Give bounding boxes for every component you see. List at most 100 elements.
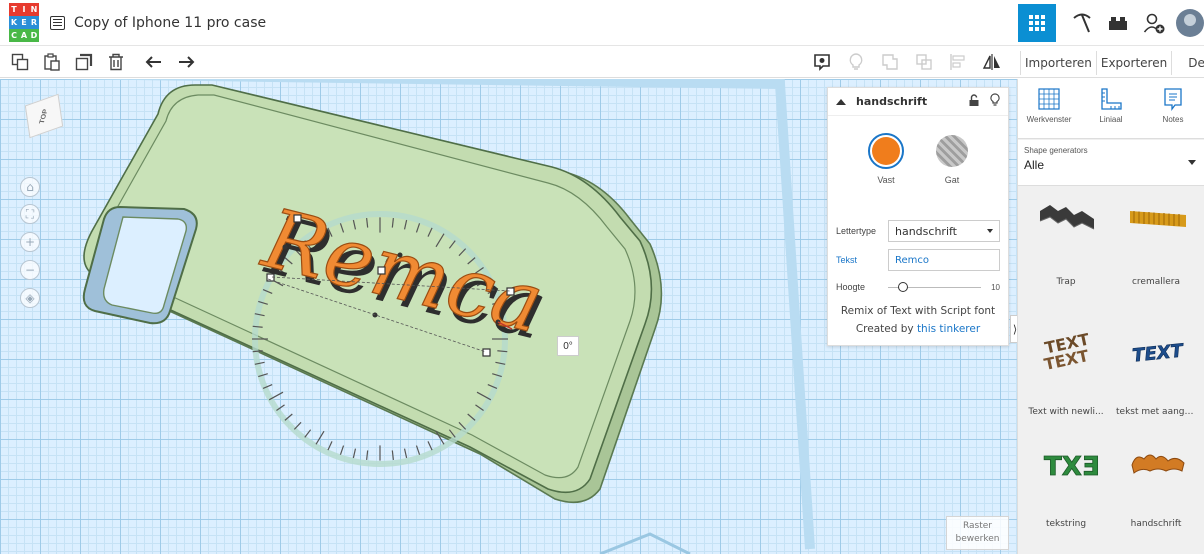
- redo-icon[interactable]: [172, 48, 200, 76]
- shape-label: cremallera: [1131, 277, 1181, 287]
- workplane-tool[interactable]: Werkvenster: [1019, 87, 1079, 124]
- export-button[interactable]: Exporteren: [1095, 51, 1171, 75]
- height-slider[interactable]: [888, 281, 982, 292]
- rotation-tick: [403, 448, 408, 459]
- right-panel: Werkvenster Liniaal Notes Shape generato…: [1017, 79, 1204, 554]
- workplane-icon: [1038, 88, 1060, 110]
- text-blue-shape-icon: TEXT: [1131, 340, 1186, 367]
- shape-inspector: handschrift Vast Gat Lettertype handschr…: [827, 87, 1009, 346]
- logo-letter: D: [29, 29, 39, 42]
- shape-label: Trap: [1056, 277, 1076, 287]
- font-dropdown[interactable]: handschrift: [888, 220, 1000, 242]
- stairs-shape-icon: [1039, 205, 1095, 230]
- grid-view-icon[interactable]: [1018, 4, 1056, 42]
- edit-grid-label-1: Raster: [962, 521, 993, 531]
- rotation-tick: [427, 441, 433, 451]
- rotation-angle-label[interactable]: 0°: [557, 336, 579, 356]
- perspective-icon[interactable]: ◈: [20, 288, 40, 308]
- remix-line: Remix of Text with Script font: [840, 305, 996, 317]
- text-newline-shape-icon: TEXTTEXT: [1042, 330, 1091, 373]
- logo-letter: K: [9, 16, 19, 29]
- notes-icon: [1164, 88, 1182, 111]
- rotation-tick: [339, 445, 345, 455]
- rotation-tick: [304, 429, 312, 438]
- collapse-caret-icon[interactable]: [836, 98, 846, 105]
- shape-tile-trap[interactable]: Trap: [1026, 189, 1106, 309]
- text-label: Tekst: [836, 255, 858, 265]
- tinkerer-link[interactable]: this tinkerer: [917, 323, 980, 335]
- duplicate-icon[interactable]: [70, 48, 98, 76]
- fit-view-icon[interactable]: ⛶: [20, 204, 40, 224]
- handwriting-shape-icon: [1131, 454, 1185, 474]
- height-label: Hoogte: [836, 282, 866, 292]
- home-view-icon[interactable]: ⌂: [20, 177, 40, 197]
- paste-icon[interactable]: [38, 48, 66, 76]
- hole-swatch[interactable]: [936, 135, 968, 167]
- view-cube[interactable]: TOP: [24, 93, 66, 139]
- notes-tool-label: Notes: [1162, 115, 1184, 124]
- group-icon[interactable]: [876, 48, 904, 76]
- ungroup-icon[interactable]: [910, 48, 938, 76]
- logo-letter: N: [29, 3, 39, 16]
- light-bulb-icon[interactable]: [842, 48, 870, 76]
- shape-label: Text with newli...: [1028, 407, 1104, 417]
- shape-tile-cremallera[interactable]: cremallera: [1116, 189, 1196, 309]
- ruler-tool[interactable]: Liniaal: [1081, 87, 1141, 124]
- logo-letter: A: [19, 29, 29, 42]
- delete-icon[interactable]: [102, 48, 130, 76]
- share-button[interactable]: Delen: [1171, 51, 1204, 75]
- workplane-tool-label: Werkvenster: [1026, 115, 1072, 124]
- rotation-tick: [293, 421, 302, 430]
- solid-color-swatch[interactable]: [868, 133, 904, 169]
- shape-tile-text-newline[interactable]: TEXT TEXT Text with newli...: [1026, 319, 1106, 439]
- rotation-tick: [366, 450, 369, 460]
- rack-shape-icon: [1130, 211, 1186, 227]
- shape-generators-value: Alle: [1024, 158, 1045, 172]
- rotation-tick: [391, 450, 394, 460]
- height-slider-handle[interactable]: [898, 281, 908, 292]
- add-user-icon[interactable]: [1136, 4, 1172, 42]
- notes-bubble-icon[interactable]: [808, 48, 836, 76]
- edit-grid-button[interactable]: Raster bewerken: [946, 516, 1009, 550]
- design-title[interactable]: Copy of Iphone 11 pro case: [74, 15, 266, 31]
- hole-label: Gat: [944, 175, 960, 185]
- undo-icon[interactable]: [140, 48, 168, 76]
- rotation-tick: [315, 430, 325, 445]
- view-cube-label: TOP: [38, 108, 50, 124]
- mirror-icon[interactable]: [978, 48, 1006, 76]
- font-value: handschrift: [895, 224, 957, 238]
- inspector-title: handschrift: [856, 95, 928, 108]
- bricks-icon[interactable]: [1100, 4, 1136, 42]
- shape-tile-text-blue[interactable]: TEXT tekst met aange...: [1116, 319, 1196, 439]
- align-icon[interactable]: [944, 48, 972, 76]
- import-button[interactable]: Importeren: [1020, 51, 1096, 75]
- shape-tile-handschrift[interactable]: handschrift: [1116, 431, 1196, 551]
- logo-letter: T: [9, 3, 19, 16]
- lock-icon[interactable]: [968, 93, 980, 110]
- avatar[interactable]: [1176, 9, 1204, 37]
- svg-text:TEXT: TEXT: [1131, 340, 1185, 366]
- rotation-tick: [415, 445, 421, 455]
- pickaxe-icon[interactable]: [1064, 4, 1100, 42]
- logo-letter: I: [19, 3, 29, 16]
- text-input[interactable]: Remco: [888, 249, 1000, 271]
- list-icon[interactable]: [50, 16, 65, 30]
- height-max-value: 10: [991, 282, 1000, 292]
- logo-letter: E: [19, 16, 29, 29]
- chevron-down-icon: [1188, 160, 1196, 165]
- notes-tool[interactable]: Notes: [1143, 87, 1203, 124]
- created-by-prefix: Created by: [855, 323, 917, 335]
- rotation-tick: [352, 448, 357, 459]
- tinkercad-logo[interactable]: TINKERCAD: [9, 3, 39, 43]
- shape-generators-label: Shape generators: [1024, 146, 1088, 155]
- zoom-in-icon[interactable]: +: [20, 232, 40, 252]
- svg-text:TXƎ: TXƎ: [1044, 452, 1100, 482]
- shape-tile-tekstring[interactable]: TXƎ tekstring: [1026, 431, 1106, 551]
- logo-letter: R: [29, 16, 39, 29]
- visibility-bulb-icon[interactable]: [990, 93, 1000, 110]
- shape-generators-dropdown[interactable]: Shape generators Alle: [1018, 140, 1204, 186]
- zoom-out-icon[interactable]: −: [20, 260, 40, 280]
- copy-icon[interactable]: [6, 48, 34, 76]
- shape-label: handschrift: [1130, 519, 1182, 529]
- header-actions: [1018, 0, 1204, 46]
